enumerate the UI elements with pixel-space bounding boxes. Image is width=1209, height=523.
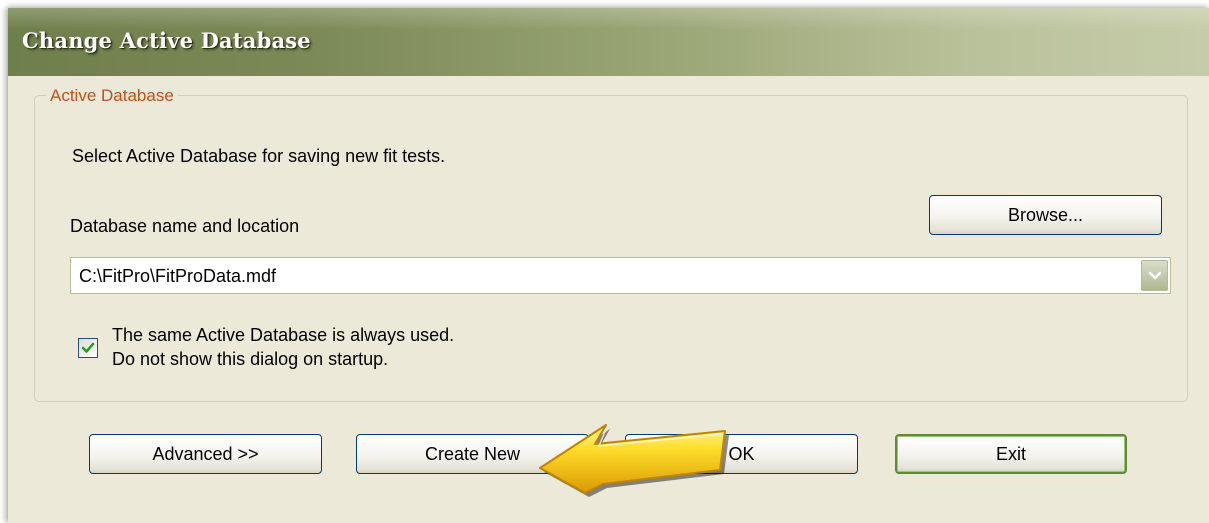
- create-new-button[interactable]: Create New: [356, 434, 589, 474]
- dropdown-button[interactable]: [1141, 260, 1168, 291]
- database-path-value: C:\FitPro\FitProData.mdf: [79, 266, 277, 286]
- instruction-text: Select Active Database for saving new fi…: [72, 146, 446, 166]
- dialog-title: Change Active Database: [22, 28, 311, 53]
- exit-button[interactable]: Exit: [895, 434, 1127, 474]
- advanced-button[interactable]: Advanced >>: [89, 434, 322, 474]
- database-path-combobox[interactable]: C:\FitPro\FitProData.mdf: [70, 257, 1171, 294]
- check-icon: [81, 342, 95, 353]
- chevron-down-icon: [1148, 271, 1162, 280]
- always-use-checkbox[interactable]: [78, 338, 98, 358]
- checkbox-label-line2: Do not show this dialog on startup.: [112, 349, 389, 369]
- dialog-title-bar[interactable]: Change Active Database: [8, 8, 1209, 76]
- browse-button[interactable]: Browse...: [929, 195, 1162, 235]
- group-legend: Active Database: [46, 86, 178, 106]
- checkbox-label-line1: The same Active Database is always used.: [112, 325, 455, 345]
- ok-button[interactable]: OK: [625, 434, 858, 474]
- database-name-label: Database name and location: [70, 216, 300, 236]
